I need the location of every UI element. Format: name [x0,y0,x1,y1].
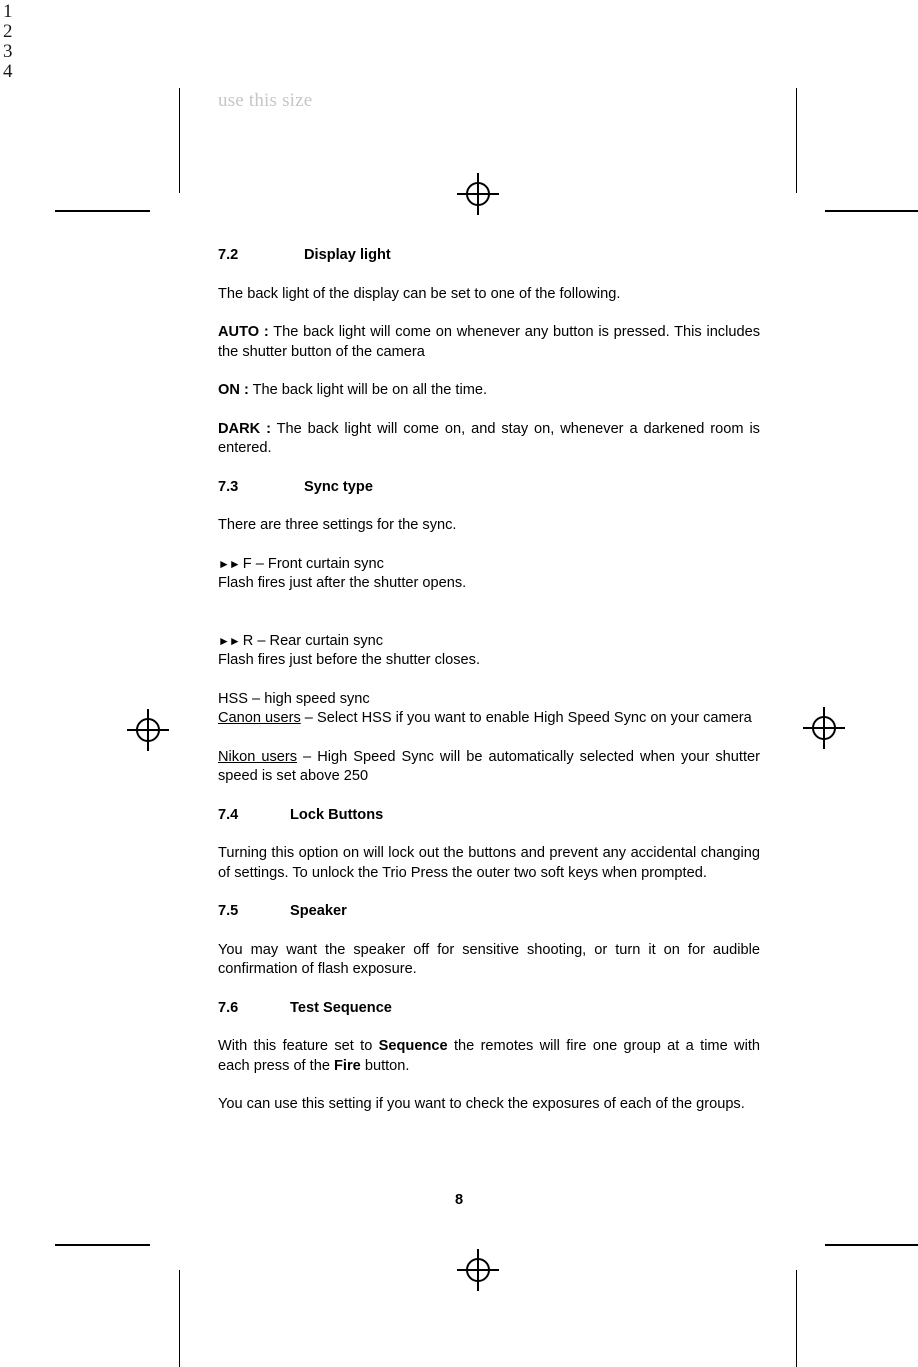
section-title: Display light [304,247,391,263]
paragraph-auto: AUTO : The back light will come on whene… [218,323,760,362]
page-number: 8 [454,1192,464,1208]
sync-option-front-label: F – Front curtain sync [242,555,384,572]
section-number: 7.5 [218,903,239,919]
section-heading-7-4: 7.4 Lock Buttons [218,806,760,826]
crop-mark-bottom-left [55,1244,150,1246]
trim-line-bottom-left [179,1270,180,1367]
paragraph: You may want the speaker off for sensiti… [218,941,760,978]
section-heading-7-6: 7.6 Test Sequence [218,999,760,1019]
trim-line-top-left [179,88,180,193]
size-guide-note: use this size [218,90,313,111]
crop-mark-top-right [825,210,918,212]
sync-option-front: ►► F – Front curtain sync [218,555,760,575]
section-title: Test Sequence [290,999,392,1016]
crop-mark-bottom-right [825,1244,918,1246]
term-on: ON : [218,382,249,398]
trim-line-top-right [796,88,797,193]
registration-cross-vertical [147,709,149,751]
paragraph-nikon-users: Nikon users – High Speed Sync will be au… [218,748,760,787]
sync-option-rear-description: Flash fires just before the shutter clos… [218,652,480,668]
margin-number: 2 [3,21,13,42]
term-dark-description: The back light will come on, and stay on… [218,420,760,457]
canon-users-description: – Select HSS if you want to enable High … [300,710,752,726]
term-auto-description: The back light will come on whenever any… [218,324,760,360]
term-on-description: The back light will be on all the time. [248,382,488,398]
paragraph: The back light of the display can be set… [218,285,621,302]
registration-target-icon-right [803,707,845,749]
sync-option-hss: HSS – high speed sync [218,690,370,707]
paragraph-sequence: With this feature set to Sequence the re… [218,1037,760,1076]
section-title: Lock Buttons [290,806,384,823]
sync-option-rear: ►► R – Rear curtain sync [218,632,760,652]
registration-cross-vertical [477,173,479,215]
sync-option-rear-label: R – Rear curtain sync [242,632,384,649]
section-number: 7.2 [218,247,239,263]
section-number: 7.4 [218,806,239,823]
registration-target-icon-top [457,173,499,215]
double-right-triangle-icon: ►► [218,556,241,571]
margin-number: 4 [3,61,13,82]
registration-cross-vertical [477,1249,479,1291]
paragraph: There are three settings for the sync. [218,517,457,533]
term-sequence: Sequence [378,1038,448,1054]
section-heading-7-5: 7.5 Speaker [218,902,760,922]
margin-number: 3 [3,41,13,62]
section-number: 7.3 [218,478,239,495]
double-right-triangle-icon: ►► [218,633,241,648]
section-title: Speaker [290,903,347,919]
registration-cross-vertical [823,707,825,749]
crop-mark-top-left [55,210,150,212]
paragraph-dark: DARK : The back light will come on, and … [218,420,760,459]
section-heading-7-2: 7.2 Display light [218,246,760,266]
section-title: Sync type [304,478,373,495]
sync-option-front-description: Flash fires just after the shutter opens… [218,575,467,591]
margin-number: 1 [3,1,13,22]
trim-line-bottom-right [796,1270,797,1367]
nikon-users-label: Nikon users [218,748,298,765]
document-body: 7.2 Display light The back light of the d… [218,246,760,1115]
nikon-users-description: – High Speed Sync will be automatically … [218,748,760,785]
sequence-text-pre: With this feature set to [218,1038,379,1054]
section-heading-7-3: 7.3 Sync type [218,478,760,498]
paragraph-canon-users: Canon users – Select HSS if you want to … [218,709,760,729]
term-auto: AUTO : [218,324,269,340]
term-dark: DARK : [218,420,271,437]
term-fire: Fire [334,1057,361,1074]
registration-target-icon-bottom [457,1249,499,1291]
paragraph: You can use this setting if you want to … [218,1096,745,1112]
registration-target-icon-left [127,709,169,751]
section-number: 7.6 [218,999,239,1016]
paragraph-on: ON : The back light will be on all the t… [218,381,760,401]
canon-users-label: Canon users [218,710,301,726]
paragraph: Turning this option on will lock out the… [218,845,760,881]
margin-number-column: 1 2 3 4 [3,2,27,82]
sequence-text-post: button. [360,1057,410,1074]
